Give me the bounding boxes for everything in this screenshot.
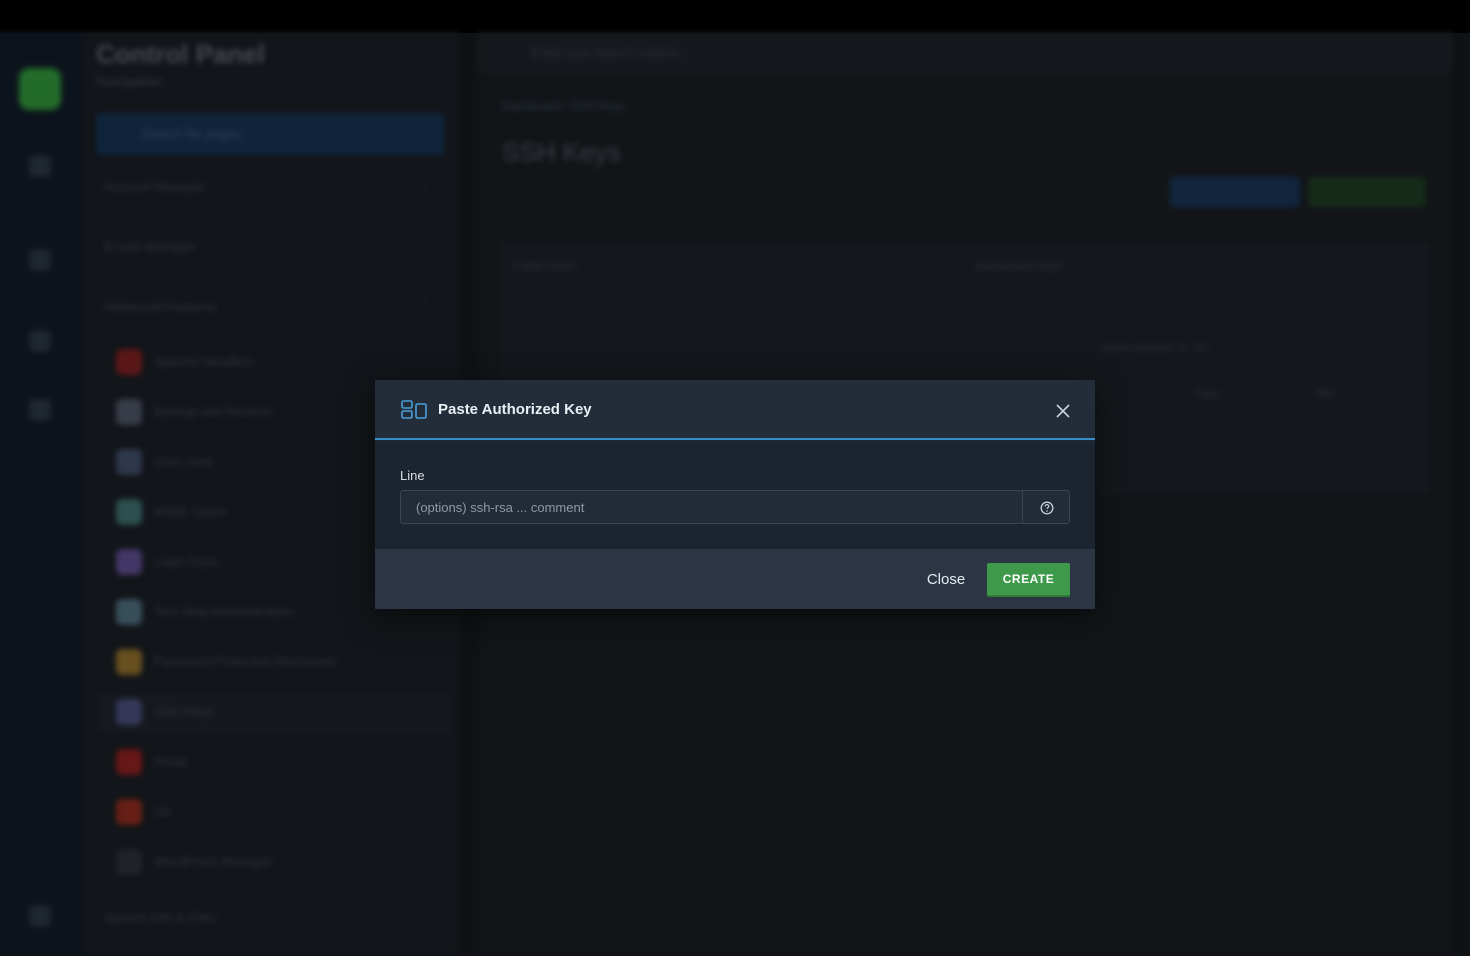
dialog-header: Paste Authorized Key [375, 380, 1095, 440]
line-field-label: Line [400, 468, 425, 483]
window-top-bar [0, 0, 1470, 33]
dialog-footer: Close CREATE [375, 549, 1095, 609]
line-input[interactable] [400, 490, 1022, 524]
key-layout-icon [401, 400, 427, 419]
dialog-title: Paste Authorized Key [438, 401, 592, 418]
close-icon[interactable] [1051, 399, 1075, 423]
line-help-button[interactable] [1022, 490, 1070, 524]
dialog-body: Line [375, 442, 1095, 549]
close-button[interactable]: Close [915, 561, 977, 597]
paste-authorized-key-dialog: Paste Authorized Key Line Close CREATE [375, 380, 1095, 609]
create-button[interactable]: CREATE [987, 563, 1070, 597]
help-circle-icon [1040, 501, 1054, 515]
